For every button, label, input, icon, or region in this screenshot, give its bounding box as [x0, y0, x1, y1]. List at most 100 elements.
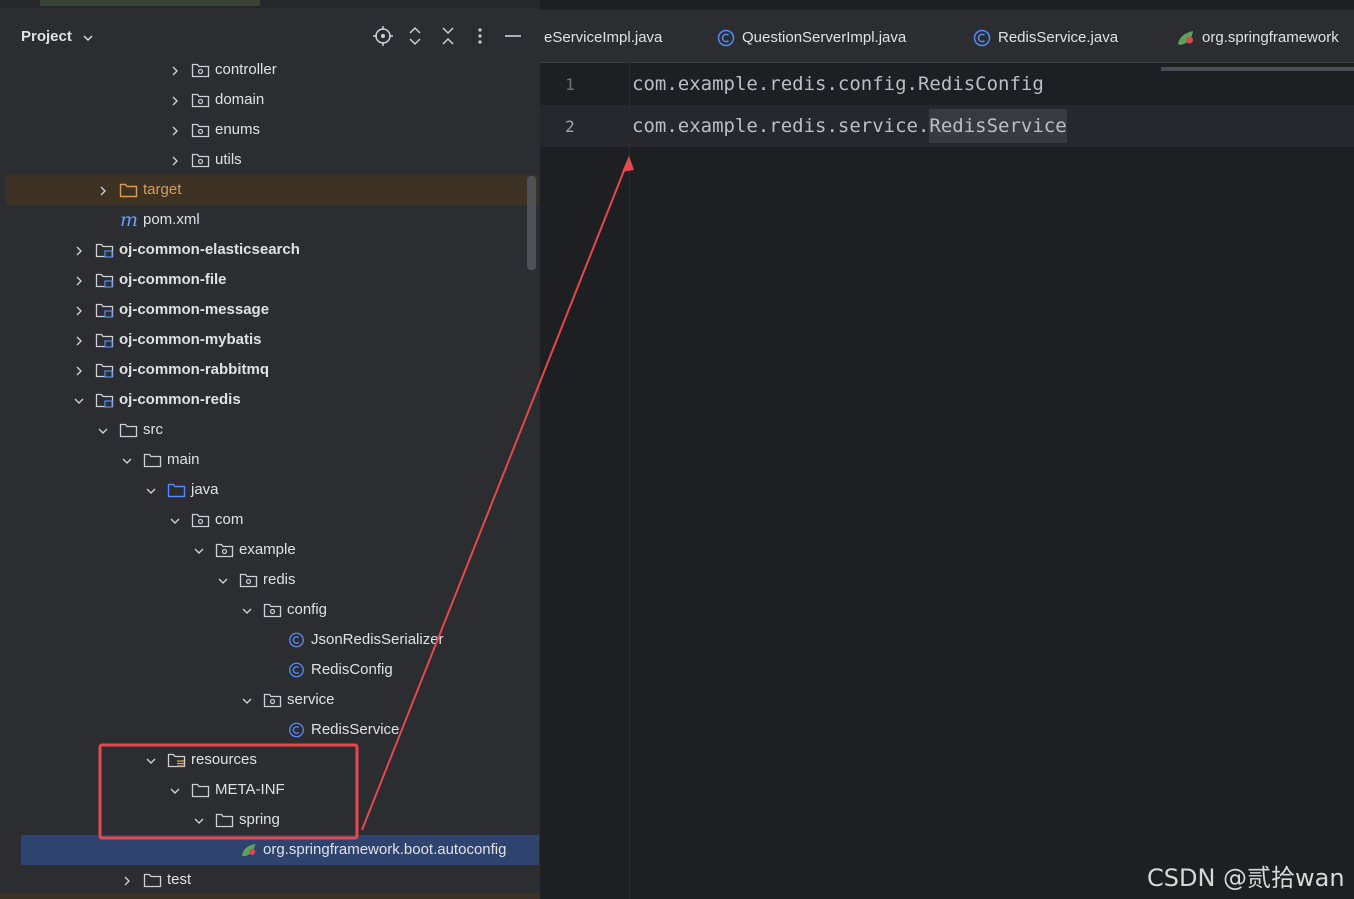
tree-item-label: enums — [215, 121, 261, 138]
tree-item-label: redis — [263, 571, 296, 588]
tree-item-oj-common-rabbitmq[interactable]: oj-common-rabbitmq — [0, 355, 538, 385]
tree-item-oj-common-redis[interactable]: oj-common-redis — [0, 385, 538, 415]
package-folder-icon — [191, 511, 210, 529]
tree-item-src[interactable]: src — [0, 415, 538, 445]
chevron-right-icon[interactable] — [73, 334, 85, 346]
spring-file-icon — [1176, 28, 1196, 52]
tree-item-label: oj-common-file — [119, 271, 227, 288]
chevron-right-icon[interactable] — [169, 94, 181, 106]
tree-item-label: oj-common-message — [119, 301, 270, 318]
tree-item-pom-xml[interactable]: m pom.xml — [0, 205, 538, 235]
chevron-down-icon[interactable] — [241, 604, 253, 616]
chevron-down-icon[interactable] — [217, 574, 229, 586]
chevron-right-icon[interactable] — [73, 274, 85, 286]
tree-item-label: oj-common-rabbitmq — [119, 361, 269, 378]
tree-scrollbar[interactable] — [527, 176, 536, 270]
chevron-down-icon[interactable] — [82, 31, 94, 49]
class-icon — [716, 28, 736, 52]
tree-item-redisconfig[interactable]: RedisConfig — [0, 655, 538, 685]
line-number: 1 — [565, 75, 575, 94]
class-icon — [287, 661, 306, 679]
chevron-down-icon[interactable] — [169, 514, 181, 526]
tab-label: RedisService.java — [998, 29, 1119, 46]
code-line-1[interactable]: 1 com.example.redis.config.RedisConfig — [540, 63, 1354, 105]
tree-item-target[interactable]: target — [6, 175, 538, 205]
tree-item-enums[interactable]: enums — [0, 115, 538, 145]
spring-file-icon — [239, 841, 258, 859]
module-folder-icon — [95, 391, 114, 409]
module-folder-icon — [95, 331, 114, 349]
tree-item-oj-common-message[interactable]: oj-common-message — [0, 295, 538, 325]
more-options-icon[interactable] — [469, 25, 491, 47]
tree-item-label: oj-common-elasticsearch — [119, 241, 300, 258]
bottom-strip — [0, 893, 540, 899]
minimize-icon[interactable] — [502, 25, 524, 47]
chevron-right-icon[interactable] — [169, 124, 181, 136]
tree-item-oj-common-mybatis[interactable]: oj-common-mybatis — [0, 325, 538, 355]
tree-item-label: spring — [239, 811, 280, 828]
tree-item-main[interactable]: main — [0, 445, 538, 475]
tree-item-label: org.springframework.boot.autoconfig — [263, 841, 507, 858]
chevron-down-icon[interactable] — [145, 484, 157, 496]
package-folder-icon — [239, 571, 258, 589]
tree-item-utils[interactable]: utils — [0, 145, 538, 175]
chevron-down-icon[interactable] — [145, 754, 157, 766]
chevron-right-icon[interactable] — [121, 874, 133, 886]
tree-item-label: service — [287, 691, 335, 708]
tree-item-redisservice[interactable]: RedisService — [0, 715, 538, 745]
tree-item-label: controller — [215, 61, 277, 78]
tree-item-jsonredisserializer[interactable]: JsonRedisSerializer — [0, 625, 538, 655]
tree-item-oj-common-file[interactable]: oj-common-file — [0, 265, 538, 295]
tab-label: eServiceImpl.java — [544, 29, 663, 46]
tree-item-spring[interactable]: spring — [0, 805, 538, 835]
chevron-right-icon[interactable] — [97, 184, 109, 196]
chevron-down-icon[interactable] — [241, 694, 253, 706]
excluded-folder-icon — [119, 181, 138, 199]
package-folder-icon — [191, 91, 210, 109]
chevron-right-icon[interactable] — [73, 304, 85, 316]
tree-item-controller[interactable]: controller — [0, 55, 538, 85]
tree-item-oj-common-elasticsearch[interactable]: oj-common-elasticsearch — [0, 235, 538, 265]
folder-icon — [119, 421, 138, 439]
tree-item-resources[interactable]: resources — [0, 745, 538, 775]
chevron-right-icon[interactable] — [169, 64, 181, 76]
folder-icon — [143, 451, 162, 469]
tree-item-redis[interactable]: redis — [0, 565, 538, 595]
expand-collapse-icon[interactable] — [404, 25, 426, 47]
tree-item-label: test — [167, 871, 192, 888]
tree-item-test[interactable]: test — [0, 865, 538, 895]
locate-icon[interactable] — [372, 25, 394, 47]
collapse-all-icon[interactable] — [437, 25, 459, 47]
tree-item-label: java — [191, 481, 219, 498]
tree-item-domain[interactable]: domain — [0, 85, 538, 115]
chevron-right-icon[interactable] — [169, 154, 181, 166]
chevron-down-icon[interactable] — [73, 394, 85, 406]
tree-item-meta-inf[interactable]: META-INF — [0, 775, 538, 805]
module-folder-icon — [95, 361, 114, 379]
selected-text: RedisService — [929, 109, 1067, 143]
resources-folder-icon — [167, 751, 186, 769]
module-folder-icon — [95, 301, 114, 319]
chevron-down-icon[interactable] — [193, 814, 205, 826]
chevron-down-icon[interactable] — [193, 544, 205, 556]
tree-item-service[interactable]: service — [0, 685, 538, 715]
code-line-2[interactable]: 2 com.example.redis.service.RedisService — [540, 105, 1354, 147]
project-title[interactable]: Project — [21, 28, 72, 45]
tree-item-com[interactable]: com — [0, 505, 538, 535]
folder-icon — [143, 871, 162, 889]
chevron-down-icon[interactable] — [97, 424, 109, 436]
tree-item-label: resources — [191, 751, 257, 768]
chevron-down-icon[interactable] — [121, 454, 133, 466]
watermark: CSDN @贰拾wan — [1147, 864, 1345, 892]
svg-text:m: m — [120, 211, 138, 229]
tab-label: org.springframework — [1202, 29, 1339, 46]
tree-item-org-springframework-boot-autoconfig[interactable]: org.springframework.boot.autoconfig — [21, 835, 539, 865]
chevron-right-icon[interactable] — [73, 364, 85, 376]
chevron-right-icon[interactable] — [73, 244, 85, 256]
tree-item-example[interactable]: example — [0, 535, 538, 565]
tree-item-java[interactable]: java — [0, 475, 538, 505]
package-folder-icon — [215, 541, 234, 559]
tree-item-config[interactable]: config — [0, 595, 538, 625]
chevron-down-icon[interactable] — [169, 784, 181, 796]
tree-item-label: example — [239, 541, 296, 558]
